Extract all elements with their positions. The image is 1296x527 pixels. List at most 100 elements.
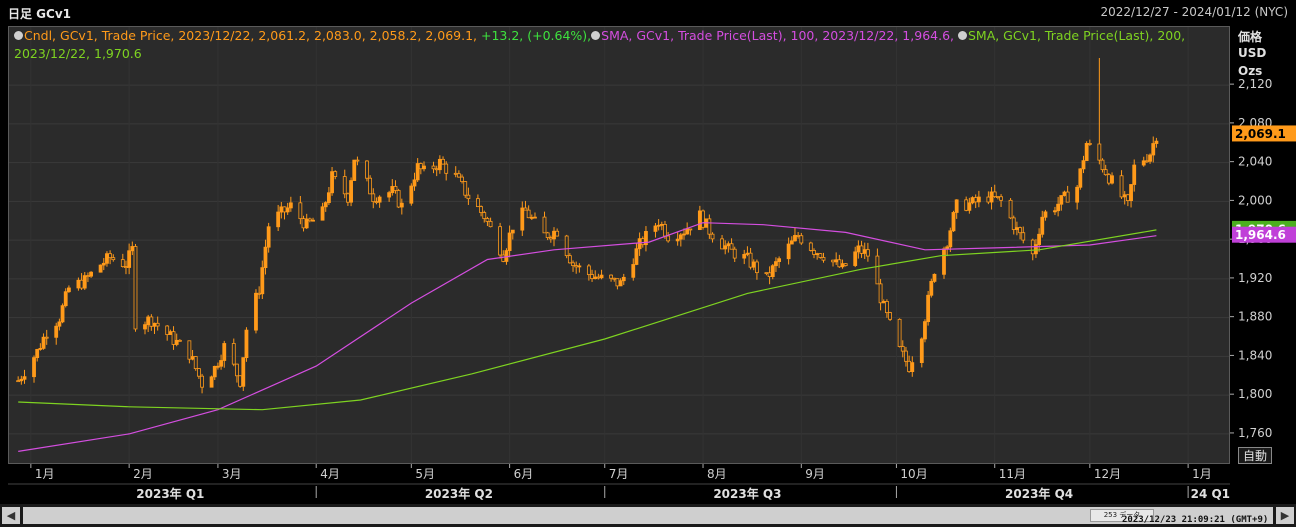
candle-body — [44, 336, 49, 339]
candle-body — [1021, 232, 1026, 241]
candle-body — [22, 376, 27, 380]
chart-title: 日足 GCv1 — [8, 7, 72, 21]
candle-body — [688, 228, 693, 231]
month-label: 8月 — [707, 467, 727, 481]
candle-body — [552, 230, 556, 240]
candle-body — [108, 253, 113, 259]
candle-body — [1081, 160, 1086, 170]
candle-body — [326, 192, 331, 203]
y-tick-label: 2,040 — [1238, 155, 1272, 169]
month-label: 9月 — [805, 467, 825, 481]
clock-icon[interactable] — [957, 31, 967, 40]
candle-body — [276, 211, 281, 228]
candle-body — [856, 245, 861, 253]
candle-body — [986, 196, 991, 203]
candle-body — [393, 186, 398, 191]
candle-body — [1119, 175, 1124, 198]
candle-body — [1125, 194, 1130, 202]
timestamp: 2023/12/23 21:09:21 (GMT+9) — [1122, 515, 1269, 525]
candle-body — [1078, 168, 1083, 188]
candle-body — [57, 321, 62, 327]
candle-body — [377, 196, 382, 203]
candle-body — [260, 267, 265, 295]
candle-body — [865, 249, 870, 257]
sma100-line — [18, 222, 1157, 452]
candle-body — [995, 196, 1000, 198]
candle-body — [821, 257, 826, 261]
candle-body — [615, 278, 620, 287]
candle-body — [729, 243, 734, 250]
candle-body — [1043, 211, 1048, 218]
quarter-label: 2023年 Q2 — [425, 486, 493, 501]
candle-body — [640, 238, 645, 246]
candle-body — [98, 264, 103, 273]
candle-body — [634, 248, 639, 265]
candle-body — [577, 265, 582, 268]
candle-body — [146, 316, 151, 326]
candle-body — [720, 238, 724, 250]
candle-body — [1011, 217, 1016, 230]
candle-body — [396, 190, 401, 208]
candle-body — [789, 240, 794, 245]
candle-body — [190, 356, 195, 360]
candle-body — [374, 201, 379, 204]
candle-body — [330, 171, 334, 194]
legend-segment: +13.2, (+0.64%), — [480, 28, 592, 43]
candle-body — [520, 207, 525, 231]
candle-body — [948, 230, 953, 248]
date-range: 2022/12/27 - 2024/01/12 (NYC) — [1100, 5, 1289, 19]
clock-icon[interactable] — [591, 31, 601, 40]
candle-body — [796, 235, 801, 237]
candle-body — [476, 198, 480, 208]
candle-body — [346, 193, 350, 203]
candle-body — [678, 234, 683, 240]
candle-body — [399, 202, 404, 208]
candle-body — [231, 343, 236, 365]
price-axis[interactable]: 価格 USD Ozs 1,7601,8001,8401,8801,9201,96… — [1230, 26, 1296, 464]
candle-body — [130, 246, 135, 252]
candle-body — [412, 179, 417, 187]
candle-body — [441, 158, 445, 165]
horizontal-scrollbar[interactable]: ◀ 253 データ ▶ — [0, 504, 1296, 527]
candle-body — [555, 230, 560, 237]
candle-body — [932, 273, 937, 282]
time-axis[interactable]: 1月 2月 3月 4月 5月 6月 7月 8月 9月 10月 11月 12月 1月 2023年 Q1 202… — [8, 464, 1230, 504]
month-label: 7月 — [609, 467, 629, 481]
candle-body — [60, 305, 65, 323]
legend-line-2: 2023/12/22, 1,970.6 — [14, 46, 142, 61]
candle-body — [942, 248, 946, 275]
candle-body — [1040, 216, 1045, 235]
candle-body — [415, 163, 420, 181]
quarter-label: 2023年 Q4 — [1005, 486, 1073, 501]
candle-body — [751, 261, 756, 268]
candle-body — [954, 199, 959, 213]
candlestick-chart[interactable] — [9, 27, 1229, 463]
y-tick-label: 2,000 — [1238, 193, 1272, 207]
clock-icon[interactable] — [14, 31, 23, 40]
candle-body — [574, 265, 579, 268]
candle-body — [685, 228, 690, 235]
candle-body — [149, 316, 154, 327]
candle-body — [1065, 191, 1070, 203]
candle-body — [282, 206, 287, 213]
scroll-track[interactable] — [23, 507, 1273, 524]
candle-body — [755, 261, 759, 274]
candle-body — [1062, 191, 1067, 196]
candle-body — [482, 212, 487, 219]
candle-body — [368, 177, 373, 195]
candle-body — [618, 280, 623, 287]
candle-body — [238, 375, 243, 387]
candle-body — [177, 339, 182, 342]
candle-body — [422, 165, 426, 170]
candle-body — [837, 259, 842, 268]
candle-body — [843, 263, 848, 266]
candle-body — [1106, 174, 1111, 184]
scroll-right-icon[interactable]: ▶ — [1276, 507, 1294, 524]
auto-scale-button[interactable]: 自動 — [1238, 447, 1272, 464]
candle-body — [219, 360, 223, 367]
scroll-left-icon[interactable]: ◀ — [2, 507, 20, 524]
candle-body — [701, 210, 705, 228]
candle-body — [656, 224, 661, 227]
plot-area[interactable] — [8, 26, 1230, 464]
candle-body — [285, 207, 290, 213]
